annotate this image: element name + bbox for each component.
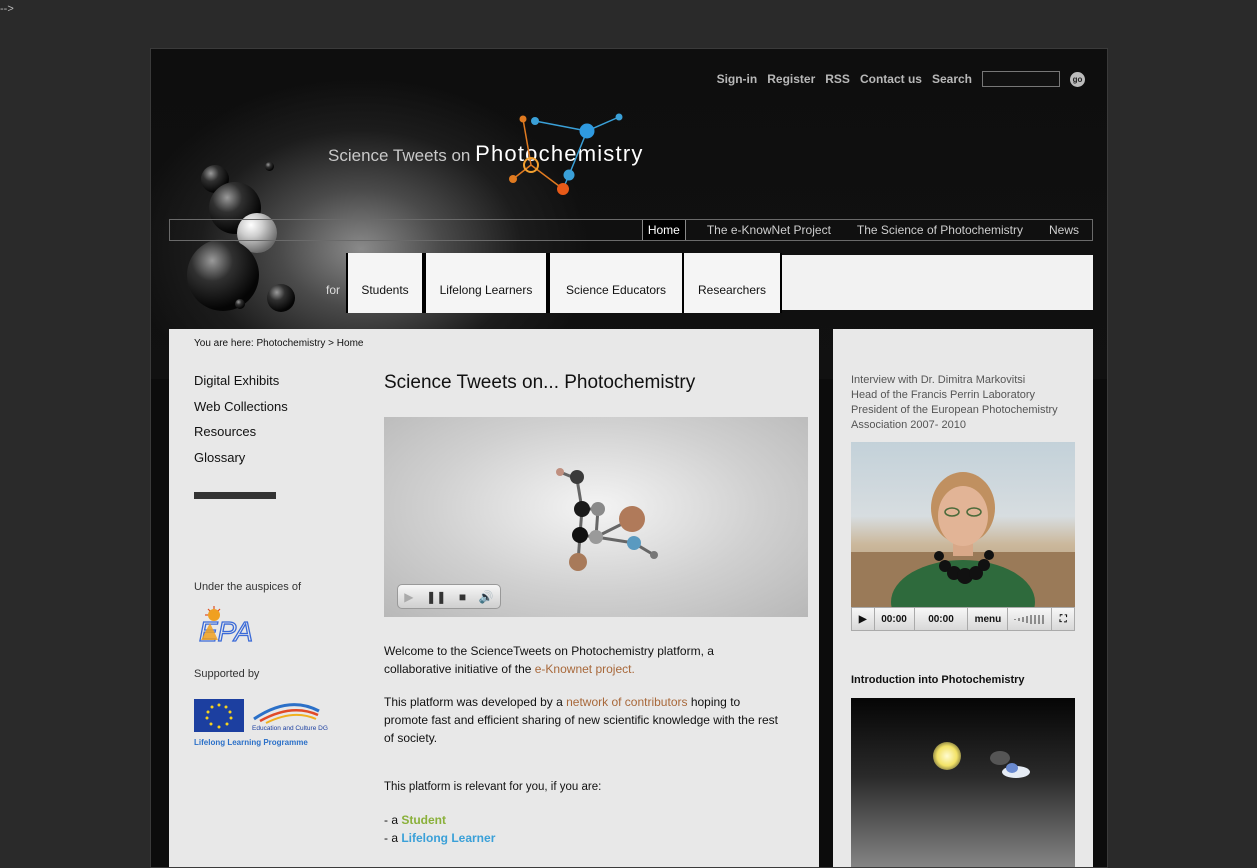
stray-text: --> (0, 3, 14, 15)
nav-home[interactable]: Home (641, 220, 686, 240)
logo-prefix: Science Tweets on (328, 146, 471, 165)
rss-link[interactable]: RSS (825, 72, 850, 86)
nav-science-photochemistry[interactable]: The Science of Photochemistry (844, 220, 1036, 240)
sidenav-resources[interactable]: Resources (194, 424, 288, 450)
tab-students[interactable]: Students (346, 253, 424, 313)
cloud-icon (990, 751, 1030, 778)
side-navigation: Digital Exhibits Web Collections Resourc… (194, 373, 288, 475)
register-link[interactable]: Register (767, 72, 815, 86)
video-volume-button[interactable]: 🔊 (479, 590, 494, 604)
sidenav-divider (194, 492, 276, 499)
sun-icon (933, 742, 961, 770)
article-title: Science Tweets on... Photochemistry (384, 372, 696, 393)
video-pause-button[interactable]: ❚❚ (426, 590, 446, 604)
tab-lifelong-learners[interactable]: Lifelong Learners (424, 253, 548, 313)
eu-programme-text: Lifelong Learning Programme (194, 738, 308, 747)
player-fullscreen-button[interactable]: ⛶ (1052, 608, 1074, 630)
breadcrumb-photochemistry[interactable]: Photochemistry (256, 338, 325, 349)
interview-caption: Interview with Dr. Dimitra Markovitsi He… (851, 373, 1071, 433)
intro-title: Introduction into Photochemistry (851, 674, 1025, 686)
search-label: Search (931, 72, 972, 86)
list-item: - a Lifelong Learner (384, 829, 784, 847)
epa-logo[interactable]: EPA (196, 605, 276, 650)
contributors-link[interactable]: network of contributors (566, 695, 687, 709)
welcome-paragraph: Welcome to the ScienceTweets on Photoche… (384, 642, 784, 678)
breadcrumb-separator: > (328, 338, 335, 349)
volume-icon (1014, 615, 1044, 624)
video-play-button[interactable]: ▶ (404, 590, 413, 604)
auspices-label: Under the auspices of (194, 581, 302, 593)
interview-line: Interview with Dr. Dimitra Markovitsi (851, 374, 1026, 386)
sidenav-web-collections[interactable]: Web Collections (194, 399, 288, 425)
breadcrumb: You are here: Photochemistry > Home (194, 338, 363, 349)
eu-lifelong-learning-logo[interactable]: Education and Culture DG Lifelong Learni… (194, 697, 339, 754)
player-time-total[interactable]: 00:00 (915, 608, 969, 630)
tab-science-educators[interactable]: Science Educators (548, 253, 684, 313)
supported-label: Supported by (194, 668, 260, 680)
audience-list: - a Student - a Lifelong Learner (384, 811, 784, 847)
interview-line: President of the European Photochemistry… (851, 404, 1058, 431)
page-container: Sign-in Register RSS Contact us Search g… (150, 48, 1108, 868)
main-content: You are here: Photochemistry > Home Digi… (169, 329, 819, 867)
right-column: Interview with Dr. Dimitra Markovitsi He… (833, 329, 1093, 867)
breadcrumb-prefix: You are here: (194, 338, 254, 349)
audience-for-label: for (326, 283, 341, 297)
player-volume-slider[interactable] (1008, 608, 1053, 630)
main-navigation: Home The e-KnowNet Project The Science o… (169, 219, 1093, 241)
search-input[interactable] (982, 71, 1060, 87)
interview-player-controls: ▶ 00:00 00:00 menu ⛶ (851, 607, 1075, 631)
video-controls: ▶ ❚❚ ■ 🔊 (397, 584, 501, 609)
platform-text-a: This platform was developed by a (384, 695, 567, 709)
video-stop-button[interactable]: ■ (459, 590, 466, 604)
list-prefix: - a (384, 813, 402, 827)
player-time-elapsed: 00:00 (875, 608, 915, 630)
list-item: - a Student (384, 811, 784, 829)
molecule-video[interactable]: ▶ ❚❚ ■ 🔊 (384, 417, 808, 617)
molecule-logo-icon (509, 113, 623, 195)
interview-line: Head of the Francis Perrin Laboratory (851, 389, 1036, 401)
player-play-button[interactable]: ▶ (852, 608, 875, 630)
eknownet-link[interactable]: e-Knownet project. (535, 662, 635, 676)
breadcrumb-home[interactable]: Home (337, 338, 364, 349)
interview-video[interactable] (851, 442, 1075, 607)
tab-researchers[interactable]: Researchers (682, 253, 782, 313)
student-link[interactable]: Student (401, 813, 446, 827)
nav-news[interactable]: News (1036, 220, 1092, 240)
sidenav-digital-exhibits[interactable]: Digital Exhibits (194, 373, 288, 399)
contact-link[interactable]: Contact us (860, 72, 922, 86)
signin-link[interactable]: Sign-in (717, 72, 758, 86)
portrait-image (851, 472, 1075, 607)
eu-dg-text: Education and Culture DG (252, 725, 328, 732)
sidenav-glossary[interactable]: Glossary (194, 450, 288, 476)
relevant-paragraph: This platform is relevant for you, if yo… (384, 781, 602, 793)
top-links: Sign-in Register RSS Contact us Search g… (717, 71, 1085, 87)
platform-paragraph: This platform was developed by a network… (384, 693, 784, 747)
player-menu-button[interactable]: menu (968, 608, 1009, 630)
nav-eknownet-project[interactable]: The e-KnowNet Project (694, 220, 844, 240)
search-go-button[interactable]: go (1070, 71, 1085, 87)
